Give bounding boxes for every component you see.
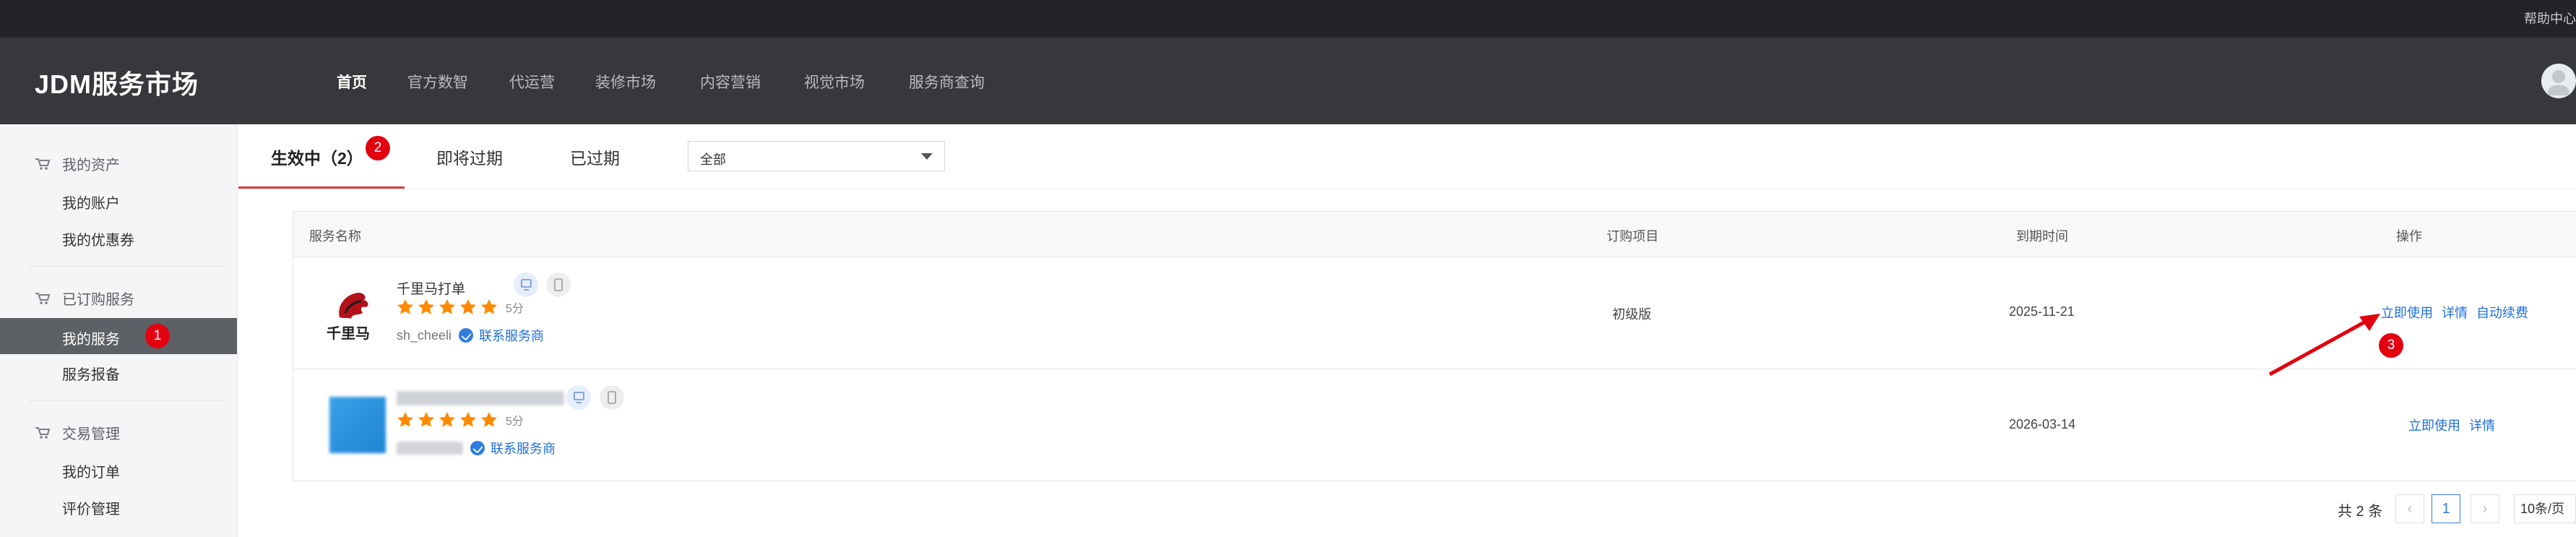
sidebar-item-coupons[interactable]: 我的优惠券 — [62, 228, 134, 249]
tab-expired[interactable]: 已过期 — [570, 145, 620, 169]
mobile-icon — [546, 272, 571, 297]
sidebar: 我的资产 我的账户 我的优惠券 已订购服务 我的服务 服务报备 交易管理 我的订… — [0, 124, 238, 537]
nav-visual-market[interactable]: 视觉市场 — [804, 71, 909, 93]
vendor-info: sh_cheeli 联系服务商 — [397, 326, 544, 345]
sidebar-group-title: 交易管理 — [62, 426, 120, 442]
pagination-total: 共 2 条 — [2338, 504, 2383, 520]
pc-icon — [514, 272, 538, 297]
star-icon — [481, 299, 497, 314]
chat-icon — [470, 441, 485, 455]
service-name-redacted — [397, 391, 564, 405]
rating-score: 5分 — [506, 303, 524, 315]
rating-score: 5分 — [506, 416, 524, 428]
table-row: 千里马 千里马打单 5分 sh_cheeli 联系服务商 初级版 2025-11… — [293, 257, 2576, 369]
row-actions: 立即使用 详情 — [2408, 416, 2504, 434]
service-logo: 千里马 — [324, 284, 381, 342]
expire-date: 2026-03-14 — [2009, 417, 2076, 431]
select-value: 全部 — [700, 152, 726, 167]
sidebar-item-service-report[interactable]: 服务报备 — [62, 363, 120, 384]
nav-official[interactable]: 官方数智 — [407, 71, 509, 93]
chat-icon — [459, 328, 474, 343]
mobile-icon — [600, 385, 624, 410]
rating-stars: 5分 — [397, 411, 524, 429]
annotation-badge: 3 — [2379, 333, 2403, 358]
table-row: 5分 联系服务商 2026-03-14 立即使用 详情 — [293, 369, 2576, 481]
services-table: 服务名称 订购项目 到期时间 操作 千里马 千里马打单 5分 sh_cheeli… — [293, 211, 2576, 481]
service-logo — [329, 397, 386, 453]
cart-icon — [35, 292, 51, 304]
star-icon — [397, 412, 413, 427]
sidebar-group-title: 已订购服务 — [62, 292, 134, 308]
vendor-info: 联系服务商 — [397, 439, 556, 457]
star-icon — [418, 299, 434, 314]
column-header: 到期时间 — [2016, 229, 2068, 244]
details-link[interactable]: 详情 — [2469, 418, 2495, 433]
contact-label: 联系服务商 — [479, 329, 545, 343]
sidebar-group-subscribed: 已订购服务 — [35, 288, 134, 309]
star-icon — [481, 412, 497, 427]
star-icon — [397, 299, 413, 314]
contact-label: 联系服务商 — [490, 442, 556, 456]
order-item: 初级版 — [1612, 307, 1651, 322]
next-page-button[interactable]: › — [2471, 494, 2499, 523]
annotation-badge: 1 — [145, 324, 170, 348]
header-bar: JDM服务市场 首页 官方数智 代运营 装修市场 内容营销 视觉市场 服务商查询 — [0, 38, 2576, 124]
chevron-down-icon — [921, 153, 933, 160]
nav-decoration[interactable]: 装修市场 — [595, 71, 700, 93]
nav-content-marketing[interactable]: 内容营销 — [700, 71, 804, 93]
tab-expiring[interactable]: 即将过期 — [436, 145, 503, 169]
top-strip: 帮助中心 — [0, 0, 2576, 38]
service-name[interactable]: 千里马打单 — [397, 278, 465, 298]
page-size-select[interactable]: 10条/页 — [2514, 494, 2576, 523]
nav-operation[interactable]: 代运营 — [509, 71, 595, 93]
sidebar-item-my-services[interactable]: 我的服务 — [0, 318, 237, 354]
auto-renew-link[interactable]: 自动续费 — [2476, 306, 2528, 320]
help-center-link[interactable]: 帮助中心 — [2524, 9, 2576, 27]
column-header: 订购项目 — [1607, 229, 1659, 244]
contact-vendor-link[interactable]: 联系服务商 — [459, 326, 544, 345]
cart-icon — [35, 426, 51, 439]
prev-page-button[interactable]: ‹ — [2395, 494, 2424, 523]
nav-provider-search[interactable]: 服务商查询 — [909, 71, 985, 93]
annotation-arrow — [2268, 314, 2380, 377]
star-icon — [439, 299, 455, 314]
cart-icon — [35, 158, 51, 170]
pc-icon — [566, 385, 591, 410]
expire-date: 2025-11-21 — [2009, 304, 2075, 319]
sidebar-group-assets: 我的资产 — [35, 153, 120, 174]
sidebar-group-trade: 交易管理 — [35, 422, 120, 443]
sidebar-item-label: 我的服务 — [62, 332, 120, 348]
column-header: 操作 — [2396, 229, 2422, 244]
star-icon — [460, 412, 476, 427]
details-link[interactable]: 详情 — [2442, 306, 2468, 320]
sidebar-divider — [29, 400, 224, 401]
column-header: 服务名称 — [309, 229, 361, 244]
sidebar-item-reviews[interactable]: 评价管理 — [62, 497, 120, 518]
sidebar-item-orders[interactable]: 我的订单 — [62, 460, 120, 481]
star-icon — [439, 412, 455, 427]
use-now-link[interactable]: 立即使用 — [2408, 418, 2460, 433]
annotation-badge: 2 — [366, 136, 390, 160]
vendor-name: sh_cheeli — [397, 327, 452, 343]
site-logo[interactable]: JDM服务市场 — [35, 64, 199, 101]
page-button[interactable]: 1 — [2432, 494, 2460, 523]
star-icon — [418, 412, 434, 427]
sidebar-item-account[interactable]: 我的账户 — [62, 192, 120, 212]
user-avatar[interactable] — [2541, 64, 2576, 98]
status-filter-select[interactable]: 全部 — [688, 141, 945, 171]
tab-active[interactable]: 生效中（2） — [271, 145, 363, 169]
table-header: 服务名称 订购项目 到期时间 操作 — [293, 212, 2576, 257]
main-nav: 首页 官方数智 代运营 装修市场 内容营销 视觉市场 服务商查询 — [337, 71, 985, 93]
vendor-name-redacted — [397, 442, 463, 455]
sidebar-group-title: 我的资产 — [62, 158, 120, 173]
contact-vendor-link[interactable]: 联系服务商 — [470, 439, 556, 457]
rating-stars: 5分 — [397, 298, 524, 316]
sidebar-divider — [29, 266, 224, 267]
nav-home[interactable]: 首页 — [337, 71, 407, 93]
logo-caption: 千里马 — [327, 326, 370, 342]
star-icon — [460, 299, 476, 314]
row-actions: 立即使用 详情 自动续费 — [2381, 303, 2537, 322]
